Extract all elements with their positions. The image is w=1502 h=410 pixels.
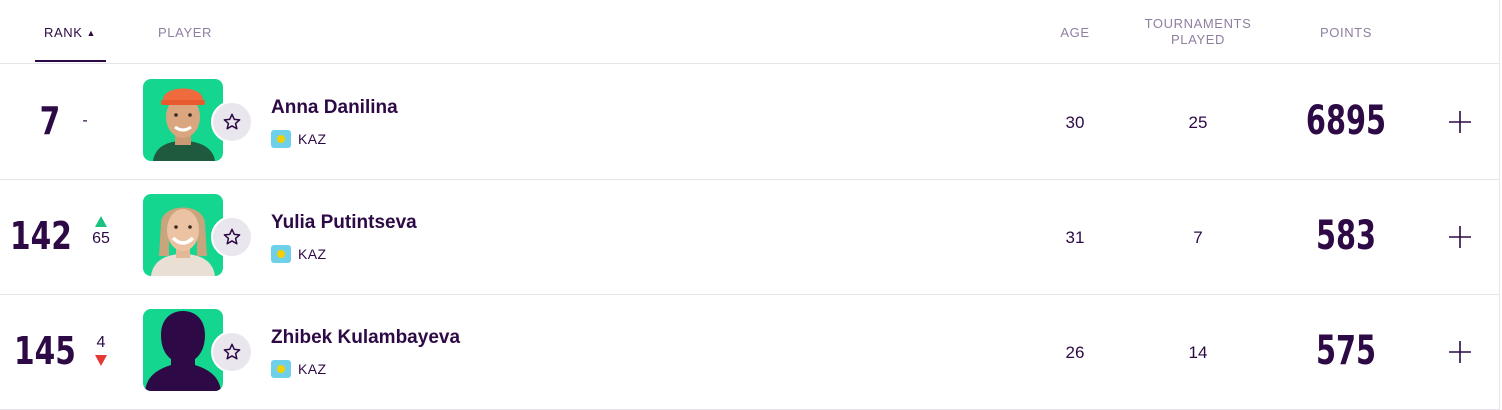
table-row: 142 65 Yulia Putintseva KAZ 31 7 583: [0, 179, 1500, 295]
favorite-button[interactable]: [211, 331, 253, 373]
tournaments-played: 14: [1188, 343, 1208, 362]
rank-down-arrow-icon: [95, 355, 107, 366]
player-age: 26: [1065, 343, 1085, 362]
table-header: RANK ▲ PLAYER AGE TOURNAMENTS PLAYED POIN…: [0, 0, 1500, 64]
tournaments-played: 25: [1188, 113, 1208, 132]
kazakhstan-flag-icon: [271, 245, 291, 263]
points-column-header[interactable]: POINTS: [1296, 25, 1396, 40]
rank-number: 142: [10, 214, 72, 258]
active-sort-underline: [35, 60, 106, 62]
sort-up-icon: ▲: [86, 28, 97, 38]
tournaments-played: 7: [1193, 228, 1203, 247]
player-name[interactable]: Yulia Putintseva: [271, 212, 417, 234]
rank-movement: 4: [81, 334, 121, 366]
star-icon: [223, 113, 241, 130]
kazakhstan-flag-icon: [271, 130, 291, 148]
player-name[interactable]: Zhibek Kulambayeva: [271, 327, 460, 349]
table-row: 145 4 Zhibek Kulambayeva KAZ 26 14 575: [0, 294, 1500, 410]
rank-number: 145: [14, 329, 76, 373]
player-points: 583: [1315, 213, 1377, 259]
rank-movement: 65: [81, 216, 121, 248]
expand-plus-icon[interactable]: [1447, 224, 1473, 250]
rank-up-arrow-icon: [95, 216, 107, 227]
age-column-header[interactable]: AGE: [1045, 25, 1105, 40]
star-icon: [223, 228, 241, 245]
player-name[interactable]: Anna Danilina: [271, 97, 398, 119]
rank-column-header[interactable]: RANK ▲: [35, 25, 105, 40]
player-country: KAZ: [298, 361, 327, 377]
favorite-button[interactable]: [211, 101, 253, 143]
expand-plus-icon[interactable]: [1447, 109, 1473, 135]
star-icon: [223, 343, 241, 360]
table-row: 7 - Anna Danilina KAZ 30 25 6895: [0, 64, 1500, 180]
player-age: 31: [1065, 228, 1085, 247]
player-age: 30: [1065, 113, 1085, 132]
rank-header-label: RANK: [43, 25, 83, 40]
kazakhstan-flag-icon: [271, 360, 291, 378]
tournaments-played-header-line2: PLAYED: [1171, 32, 1225, 47]
player-column-header: PLAYER: [158, 25, 212, 40]
player-country: KAZ: [298, 246, 327, 262]
player-country: KAZ: [298, 131, 327, 147]
player-points: 575: [1315, 328, 1377, 374]
tournaments-played-header-line1: TOURNAMENTS: [1144, 16, 1252, 31]
rank-movement-value: -: [82, 112, 88, 129]
favorite-button[interactable]: [211, 216, 253, 258]
rank-movement: -: [65, 112, 105, 130]
tournaments-played-column-header[interactable]: TOURNAMENTS PLAYED: [1118, 16, 1278, 48]
expand-plus-icon[interactable]: [1447, 339, 1473, 365]
player-points: 6895: [1305, 98, 1387, 144]
rank-movement-value: 65: [92, 230, 110, 247]
rank-movement-value: 4: [96, 334, 106, 351]
rankings-table: RANK ▲ PLAYER AGE TOURNAMENTS PLAYED POIN…: [0, 0, 1500, 410]
